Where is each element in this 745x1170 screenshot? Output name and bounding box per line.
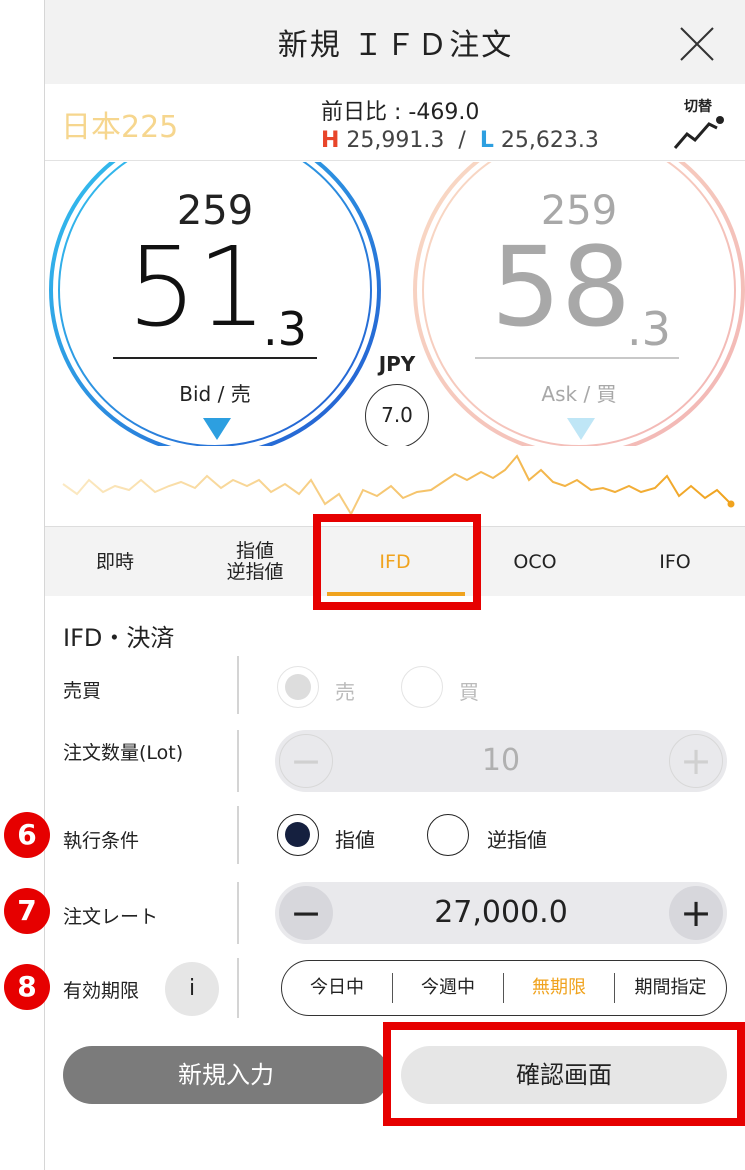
quantity-label: 注文数量(Lot) <box>63 742 184 764</box>
high-tag: H <box>321 128 340 153</box>
expiry-today[interactable]: 今日中 <box>282 961 392 1015</box>
tab-ifo[interactable]: IFO <box>605 527 745 597</box>
rate-stepper: − 27,000.0 + <box>275 882 727 944</box>
step-badge-7: 7 <box>4 888 50 934</box>
expiry-this-week[interactable]: 今週中 <box>393 961 503 1015</box>
trend-chart-icon <box>673 116 724 149</box>
confirm-button-highlight <box>383 1022 745 1126</box>
high-value: 25,991.3 <box>346 128 445 153</box>
step-badge-8: 8 <box>4 964 50 1010</box>
expiry-date-range[interactable]: 期間指定 <box>615 961 726 1015</box>
divider <box>237 958 239 1018</box>
exec-stop-radio[interactable] <box>427 814 469 856</box>
quantity-stepper: − 10 + <box>275 730 727 792</box>
step-badge-6: 6 <box>4 812 50 858</box>
ask-price-decimal: .3 <box>627 302 671 356</box>
side-buy-label: 買 <box>459 680 479 704</box>
side-buy-radio[interactable] <box>401 666 443 708</box>
divider <box>45 160 745 161</box>
expiry-indefinite[interactable]: 無期限 <box>504 961 614 1015</box>
price-sparkline <box>62 454 735 517</box>
tab-immediate[interactable]: 即時 <box>45 527 185 597</box>
currency-label: JPY <box>378 352 416 376</box>
previous-day-diff: 前日比 : -469.0 <box>321 100 480 125</box>
bid-triangle-icon[interactable] <box>203 418 231 440</box>
high-low-line: H 25,991.3 / L 25,623.3 <box>321 128 599 153</box>
divider <box>237 806 239 864</box>
low-tag: L <box>479 128 494 153</box>
high-low-separator: / <box>458 128 466 153</box>
bid-price-decimal: .3 <box>263 302 307 356</box>
quantity-minus-button[interactable]: − <box>279 734 333 788</box>
spread-value: 7.0 <box>365 384 429 446</box>
exec-stop-label: 逆指値 <box>487 828 547 852</box>
ask-triangle-icon[interactable] <box>567 418 595 440</box>
bid-price-main: 51 <box>127 223 267 351</box>
ifd-tab-highlight <box>313 514 481 610</box>
quantity-plus-button[interactable]: + <box>669 734 723 788</box>
divider <box>237 882 239 944</box>
expiry-segmented-control: 今日中 今週中 無期限 期間指定 <box>281 960 727 1016</box>
rate-plus-button[interactable]: + <box>669 886 723 940</box>
exec-condition-label: 執行条件 <box>63 830 140 852</box>
page-title: 新規 ＩＦＤ注文 <box>277 28 514 63</box>
low-value: 25,623.3 <box>500 128 599 153</box>
ask-price-main: 58 <box>491 223 631 351</box>
close-icon[interactable] <box>677 24 717 64</box>
new-input-button[interactable]: 新規入力 <box>63 1046 389 1104</box>
rate-value[interactable]: 27,000.0 <box>335 882 667 944</box>
rate-label: 注文レート <box>63 906 159 928</box>
bid-label: Bid / 売 <box>179 382 251 406</box>
exec-limit-label: 指値 <box>335 828 375 852</box>
quantity-value[interactable]: 10 <box>335 730 667 792</box>
order-panel: 新規 ＩＦＤ注文 日本225 前日比 : -469.0 H 25,991.3 /… <box>44 0 745 1170</box>
rate-minus-button[interactable]: − <box>279 886 333 940</box>
exec-limit-radio[interactable] <box>277 814 319 856</box>
expiry-label: 有効期限 <box>63 980 140 1002</box>
expiry-info-button[interactable]: i <box>165 962 219 1016</box>
side-sell-label: 売 <box>335 680 355 704</box>
ask-label: Ask / 買 <box>541 382 617 406</box>
divider <box>237 730 239 792</box>
tab-oco[interactable]: OCO <box>465 527 605 597</box>
switch-label: 切替 <box>684 99 712 115</box>
switch-button[interactable]: 切替 <box>665 96 731 156</box>
side-label: 売買 <box>63 680 102 702</box>
divider <box>237 656 239 714</box>
tab-limit-stop[interactable]: 指値 逆指値 <box>185 527 325 597</box>
instrument-name: 日本225 <box>61 110 179 145</box>
side-sell-radio[interactable] <box>277 666 319 708</box>
price-area: 259 51 .3 Bid / 売 259 58 .3 Ask / 買 JPY … <box>45 162 745 446</box>
section-title: IFD・決済 <box>63 624 175 652</box>
